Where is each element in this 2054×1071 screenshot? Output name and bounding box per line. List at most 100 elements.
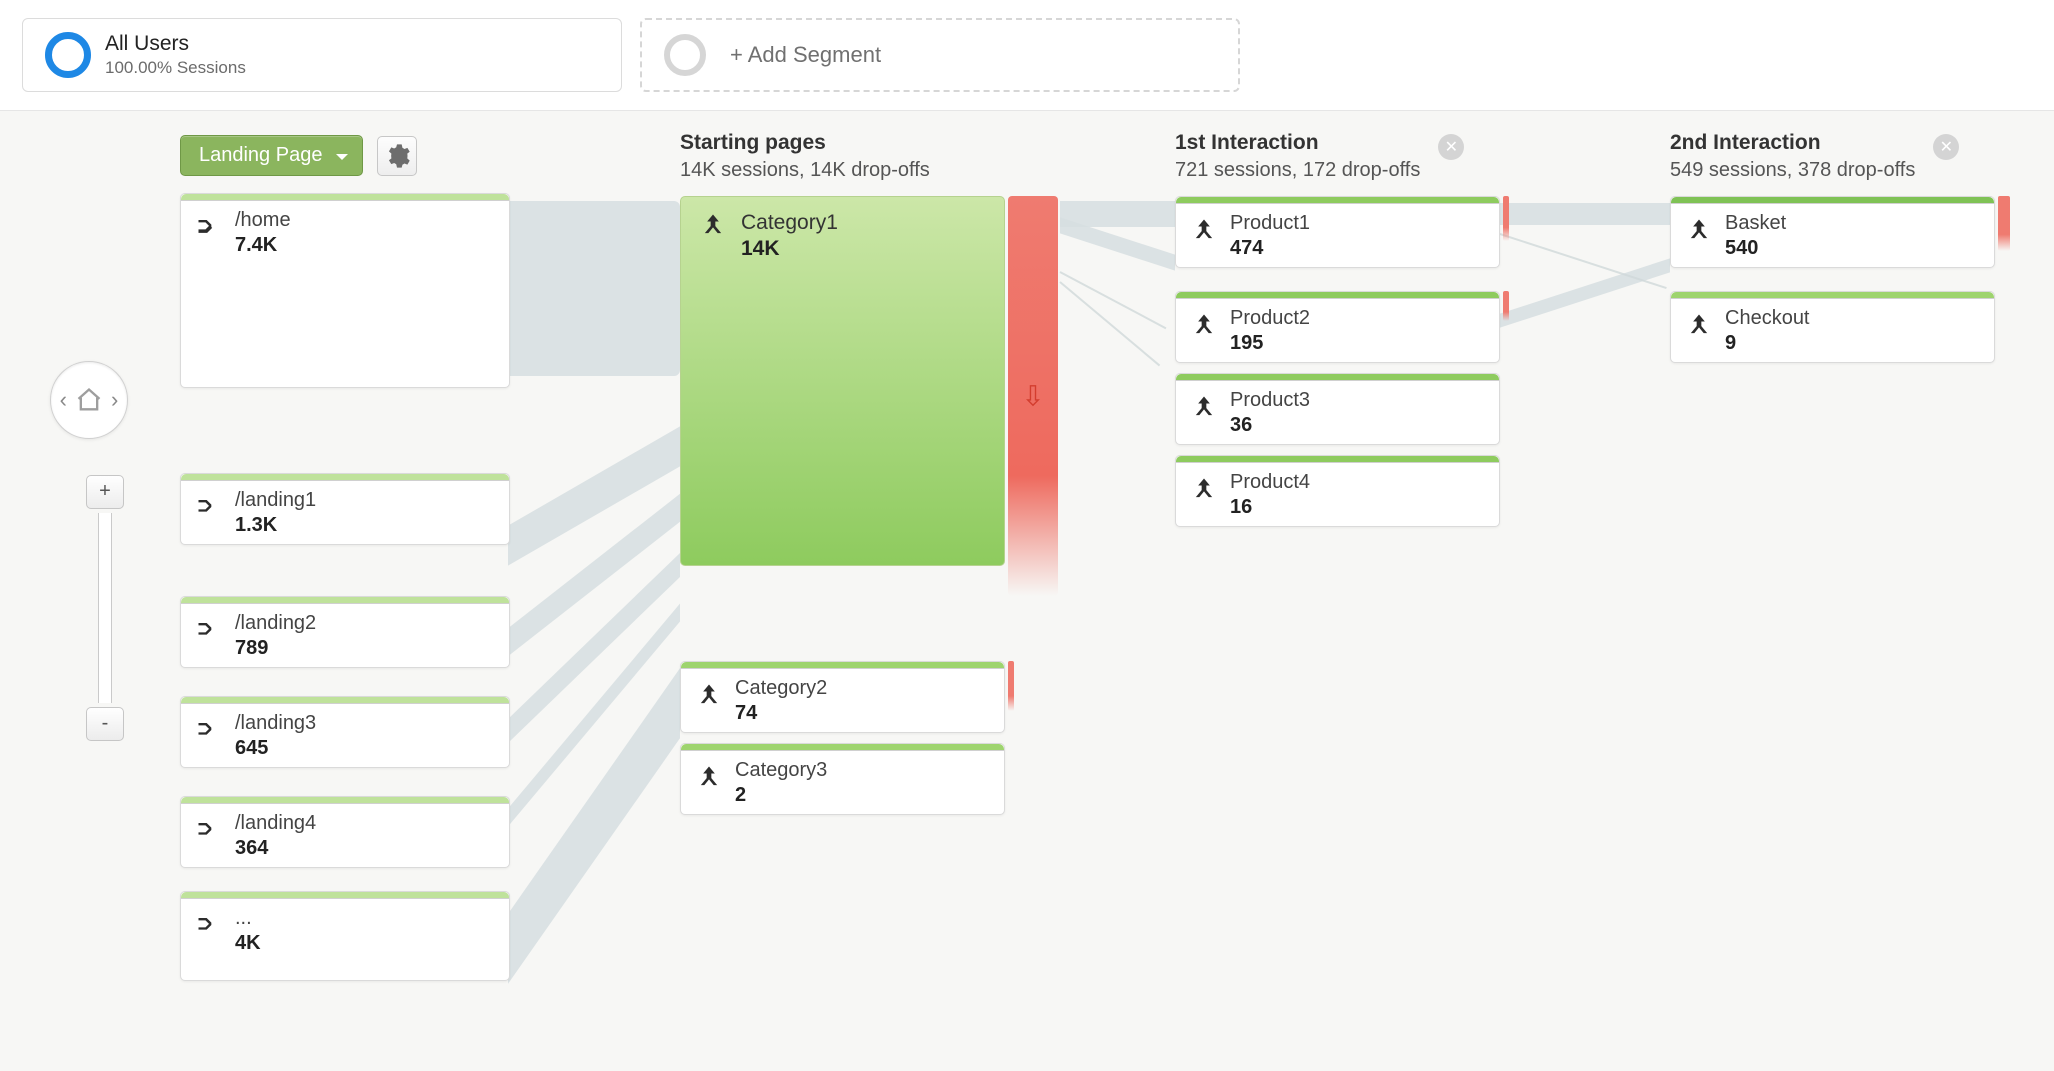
node-value: 14K [741, 237, 838, 261]
zoom-out-button[interactable]: - [86, 707, 124, 741]
dimension-label: Landing Page [199, 144, 322, 166]
node-category1[interactable]: Category1 14K [680, 196, 1005, 566]
node-label: /home [235, 209, 291, 232]
split-arrow-icon [195, 213, 223, 241]
node-product3[interactable]: Product3 36 [1175, 373, 1500, 445]
dropoff-category1[interactable]: ⇩ [1008, 196, 1058, 596]
merge-arrow-icon [1190, 393, 1218, 421]
close-icon: ✕ [1445, 137, 1458, 157]
column-header-1st-interaction: 1st Interaction 721 sessions, 172 drop-o… [1175, 131, 1420, 182]
node-through-bar [181, 597, 509, 604]
add-segment-button[interactable]: + Add Segment [640, 18, 1240, 92]
merge-arrow-icon [699, 211, 727, 239]
zoom-slider[interactable] [98, 513, 112, 703]
home-icon[interactable] [75, 386, 103, 414]
column-subtitle: 14K sessions, 14K drop-offs [680, 159, 930, 182]
segment-all-users[interactable]: All Users 100.00% Sessions [22, 18, 622, 92]
merge-arrow-icon [695, 681, 723, 709]
node-value: 36 [1230, 414, 1310, 437]
node-product1[interactable]: Product1 474 [1175, 196, 1500, 268]
remove-column-button[interactable]: ✕ [1933, 134, 1959, 160]
node-landing4[interactable]: /landing4 364 [180, 796, 510, 868]
node-product4[interactable]: Product4 16 [1175, 455, 1500, 527]
segment-ring-icon [45, 32, 91, 78]
flow-canvas[interactable]: ‹ › + - Landing Page Starting pages 14K … [0, 111, 2054, 1071]
node-value: 364 [235, 837, 316, 860]
node-label: Product4 [1230, 471, 1310, 494]
node-landing2[interactable]: /landing2 789 [180, 596, 510, 668]
chevron-left-icon[interactable]: ‹ [60, 387, 67, 413]
node-through-bar [1671, 292, 1994, 299]
chevron-right-icon[interactable]: › [111, 387, 118, 413]
node-category2[interactable]: Category2 74 [680, 661, 1005, 733]
column-title: 2nd Interaction [1670, 131, 1915, 155]
node-value: 2 [735, 784, 827, 807]
flow-ribbon [1059, 281, 1160, 366]
node-value: 7.4K [235, 234, 291, 257]
node-label: Category3 [735, 759, 827, 782]
node-through-bar [681, 662, 1004, 669]
zoom-in-button[interactable]: + [86, 475, 124, 509]
node-through-bar [1176, 456, 1499, 463]
node-basket[interactable]: Basket 540 [1670, 196, 1995, 268]
merge-arrow-icon [695, 763, 723, 791]
dropoff-product2[interactable] [1503, 291, 1509, 321]
node-label: Product3 [1230, 389, 1310, 412]
node-landing1[interactable]: /landing1 1.3K [180, 473, 510, 545]
node-through-bar [1176, 292, 1499, 299]
node-through-bar [181, 892, 509, 899]
node-landing-other[interactable]: ... 4K [180, 891, 510, 981]
merge-arrow-icon [1685, 216, 1713, 244]
node-label: Basket [1725, 212, 1786, 235]
node-value: 474 [1230, 237, 1310, 260]
node-label: ... [235, 907, 261, 930]
dimension-dropdown[interactable]: Landing Page [180, 135, 363, 176]
node-value: 540 [1725, 237, 1786, 260]
column-subtitle: 721 sessions, 172 drop-offs [1175, 159, 1420, 182]
settings-button[interactable] [377, 136, 417, 176]
node-label: /landing2 [235, 612, 316, 635]
node-label: /landing4 [235, 812, 316, 835]
flow-ribbon [1060, 271, 1167, 329]
flow-ribbon [1500, 258, 1670, 327]
node-label: Product2 [1230, 307, 1310, 330]
node-label: Category1 [741, 211, 838, 235]
close-icon: ✕ [1940, 137, 1953, 157]
arrow-down-icon: ⇩ [1021, 380, 1044, 413]
segment-ring-icon [664, 34, 706, 76]
merge-arrow-icon [1685, 311, 1713, 339]
flow-ribbon [1500, 203, 1670, 225]
segment-name: All Users [105, 32, 246, 56]
remove-column-button[interactable]: ✕ [1438, 134, 1464, 160]
node-value: 16 [1230, 496, 1310, 519]
flow-ribbon [1500, 233, 1667, 289]
split-arrow-icon [195, 716, 223, 744]
node-label: /landing1 [235, 489, 316, 512]
column-title: 1st Interaction [1175, 131, 1420, 155]
node-through-bar [681, 744, 1004, 751]
node-checkout[interactable]: Checkout 9 [1670, 291, 1995, 363]
pan-control[interactable]: ‹ › [50, 361, 128, 439]
zoom-nav-rail: ‹ › + - [40, 361, 140, 741]
dropoff-basket[interactable] [1998, 196, 2010, 251]
node-value: 1.3K [235, 514, 316, 537]
split-arrow-icon [195, 493, 223, 521]
node-through-bar [181, 697, 509, 704]
dropoff-category2[interactable] [1008, 661, 1014, 711]
merge-arrow-icon [1190, 475, 1218, 503]
node-through-bar [1176, 197, 1499, 204]
segment-bar: All Users 100.00% Sessions + Add Segment [0, 0, 2054, 111]
node-landing3[interactable]: /landing3 645 [180, 696, 510, 768]
node-label: Checkout [1725, 307, 1810, 330]
segment-subtitle: 100.00% Sessions [105, 58, 246, 78]
node-through-bar [181, 474, 509, 481]
node-through-bar [1671, 197, 1994, 204]
node-category3[interactable]: Category3 2 [680, 743, 1005, 815]
node-value: 4K [235, 932, 261, 955]
node-product2[interactable]: Product2 195 [1175, 291, 1500, 363]
node-home[interactable]: /home 7.4K [180, 193, 510, 388]
dropoff-product1[interactable] [1503, 196, 1509, 241]
node-label: Category2 [735, 677, 827, 700]
split-arrow-icon [195, 911, 223, 939]
merge-arrow-icon [1190, 311, 1218, 339]
